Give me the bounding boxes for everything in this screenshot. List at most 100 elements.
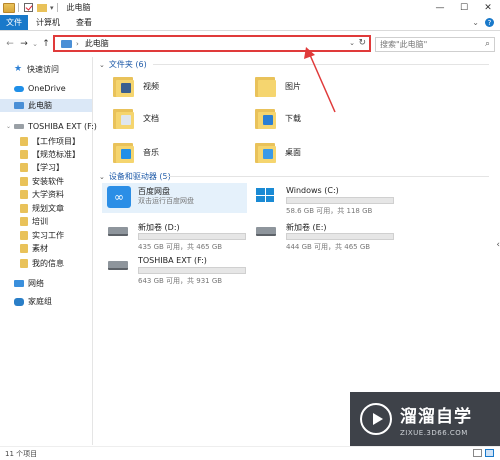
navigation-pane: ★ 快速访问 OneDrive 此电脑 ⌄ TOSHIBA EXT (F:) 【… [0,57,97,445]
tab-computer[interactable]: 计算机 [28,15,68,30]
expand-chevron-icon[interactable]: ⌄ [6,123,11,130]
forward-button[interactable]: → [17,37,31,51]
drive-name: Windows (C:) [286,186,339,195]
tab-file[interactable]: 文件 [0,15,28,30]
folder-icon [20,231,28,240]
maximize-button[interactable]: ☐ [452,0,476,15]
folder-documents[interactable]: 文档 [113,103,258,133]
item-count: 11 个项目 [5,449,38,458]
this-pc-icon [61,39,72,48]
up-button[interactable]: ↑ [39,37,53,51]
quick-access-toolbar-chevron-icon[interactable]: ▾ [50,4,54,12]
drive-name: 新加卷 (D:) [138,223,180,232]
baidu-netdisk-icon: ∞ [107,186,131,208]
folder-label: 图片 [285,81,301,91]
music-note-icon [121,149,131,159]
content-pane: ⌄ 文件夹 (6) 视频 图片 文档 下载 音乐 桌面 ⌄ 设备和驱动器 (5)… [95,57,493,445]
sidebar-item-folder[interactable]: 大学资料 [20,188,64,201]
sidebar-item-this-pc[interactable]: 此电脑 [0,99,92,112]
collapse-chevron-icon[interactable]: ⌄ [99,173,105,181]
drive-subtitle: 双击运行百度网盘 [138,197,194,205]
drive-c[interactable]: Windows (C:) 58.6 GB 可用，共 118 GB [250,183,395,215]
folder-videos[interactable]: 视频 [113,71,258,101]
close-button[interactable]: ✕ [476,0,500,15]
sidebar-item-toshiba-drive[interactable]: TOSHIBA EXT (F:) [14,120,97,133]
folder-pictures[interactable]: 图片 [255,71,400,101]
tab-view[interactable]: 查看 [68,15,100,30]
hard-drive-icon [256,227,276,236]
collapse-chevron-icon[interactable]: ⌄ [99,61,105,69]
sidebar-item-homegroup[interactable]: 家庭组 [14,295,52,308]
sidebar-item-folder[interactable]: 素材 [20,242,48,255]
folder-label: 下载 [285,113,301,123]
address-path[interactable]: 此电脑 [85,38,109,49]
sidebar-item-folder[interactable]: 规划文章 [20,202,64,215]
folder-window-icon[interactable] [3,2,15,13]
sidebar-item-label: 此电脑 [28,101,52,110]
film-icon [121,83,131,93]
sidebar-item-folder[interactable]: 培训 [20,215,48,228]
address-bar[interactable]: › 此电脑 ⌄ ↻ [53,35,371,52]
sidebar-item-folder[interactable]: 安装软件 [20,175,64,188]
ribbon-collapse-icon[interactable]: ⌄ [472,18,479,27]
sidebar-item-network[interactable]: 网络 [14,277,44,290]
sidebar-item-folder[interactable]: 【学习】 [20,161,64,174]
cloud-icon [14,85,24,92]
divider [18,3,19,12]
search-placeholder: 搜索"此电脑" [380,40,428,49]
sidebar-item-label: 【学习】 [32,163,64,172]
folder-desktop[interactable]: 桌面 [255,137,400,167]
tiles-view-icon[interactable] [485,449,494,457]
recent-locations-chevron-icon[interactable]: ⌄ [31,37,39,51]
back-button[interactable]: ← [3,37,17,51]
folder-icon [20,259,28,268]
drive-d[interactable]: 新加卷 (D:) 435 GB 可用，共 465 GB [102,219,247,251]
window-title: 此电脑 [66,3,91,12]
sidebar-item-folder[interactable]: 实习工作 [20,229,64,242]
drive-usage-bar [286,233,394,240]
properties-check-icon[interactable] [24,3,33,12]
watermark-title: 溜溜自学 [400,406,472,427]
downloads-folder-icon [255,106,277,130]
drive-f[interactable]: TOSHIBA EXT (F:) 643 GB 可用，共 931 GB [102,253,247,285]
address-history-chevron-icon[interactable]: ⌄ [349,39,355,47]
hard-drive-icon [108,261,128,270]
homegroup-icon [14,297,24,306]
folder-label: 文档 [143,113,159,123]
divider [56,3,58,12]
folder-label: 音乐 [143,147,159,157]
sidebar-item-quick-access[interactable]: ★ 快速访问 [14,63,59,76]
folder-downloads[interactable]: 下载 [255,103,400,133]
drive-name: TOSHIBA EXT (F:) [138,256,207,265]
drive-e[interactable]: 新加卷 (E:) 444 GB 可用，共 465 GB [250,219,395,251]
folder-icon [20,204,28,213]
breadcrumb-chevron-icon[interactable]: › [76,40,79,48]
folders-group-header[interactable]: ⌄ 文件夹 (6) [99,59,147,70]
new-folder-icon[interactable] [37,3,47,12]
documents-folder-icon [113,106,135,130]
details-view-icon[interactable] [473,449,482,457]
folder-icon [20,137,28,146]
chevron-left-icon[interactable]: ‹ [496,240,500,250]
download-arrow-icon [263,115,273,125]
sidebar-item-label: 快速访问 [27,65,59,74]
title-bar: ▾ 此电脑 — ☐ ✕ [0,0,500,15]
group-title: 设备和驱动器 (5) [108,172,171,181]
sidebar-item-folder[interactable]: 我的信息 [20,257,64,270]
group-title: 文件夹 (6) [108,60,147,69]
sidebar-item-onedrive[interactable]: OneDrive [14,82,66,95]
ribbon-tabs: 文件 计算机 查看 ⌄ ? [0,15,500,31]
sidebar-item-label: TOSHIBA EXT (F:) [28,122,97,131]
folder-music[interactable]: 音乐 [113,137,258,167]
refresh-icon[interactable]: ↻ [358,38,366,48]
minimize-button[interactable]: — [428,0,452,15]
navigation-bar: ← → ⌄ ↑ › 此电脑 ⌄ ↻ 搜索"此电脑" ⌕ [0,31,500,57]
drives-group-header[interactable]: ⌄ 设备和驱动器 (5) [99,171,171,182]
drive-icon [14,124,24,129]
sidebar-item-folder[interactable]: 【规范标准】 [20,148,80,161]
help-icon[interactable]: ? [485,18,494,27]
search-input[interactable]: 搜索"此电脑" ⌕ [375,37,495,52]
search-icon[interactable]: ⌕ [485,39,490,49]
drive-baidu-netdisk[interactable]: ∞ 百度网盘 双击运行百度网盘 [102,183,247,213]
sidebar-item-folder[interactable]: 【工作项目】 [20,135,80,148]
